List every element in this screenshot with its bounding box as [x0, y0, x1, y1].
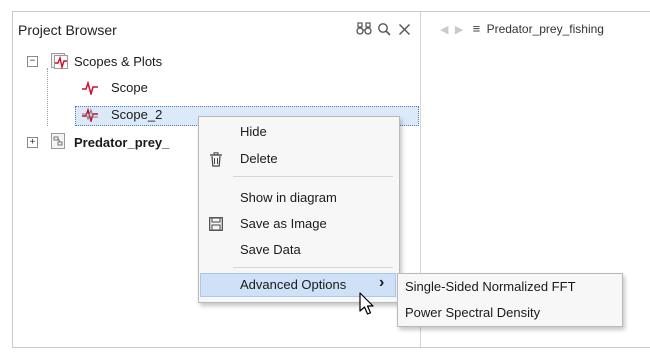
advanced-options-submenu: Single-Sided Normalized FFT Power Spectr… [397, 273, 623, 327]
menu-item-show-in-diagram[interactable]: Show in diagram [240, 189, 337, 207]
menu-item-hide[interactable]: Hide [240, 123, 267, 141]
menu-item-advanced-options[interactable]: Advanced Options [240, 276, 346, 294]
tree-item-scopes-plots[interactable]: Scopes & Plots [74, 53, 162, 71]
panel-title: Project Browser [18, 22, 117, 38]
scope-icon [82, 80, 98, 98]
menu-item-save-as-image[interactable]: Save as Image [240, 215, 327, 233]
floppy-disk-icon [209, 217, 223, 231]
model-icon [51, 133, 67, 153]
forward-arrow-icon[interactable]: ▶ [455, 24, 463, 36]
submenu-arrow-icon: › [379, 274, 385, 291]
back-arrow-icon[interactable]: ◀ [440, 24, 448, 36]
list-icon[interactable]: ≡ [473, 21, 481, 36]
scopes-folder-icon [51, 53, 69, 73]
tree-item-scope[interactable]: Scope [111, 79, 148, 97]
submenu-item-psd[interactable]: Power Spectral Density [405, 304, 540, 322]
tree-item-model[interactable]: Predator_prey_ [74, 134, 169, 152]
menu-separator [233, 176, 393, 177]
menu-separator [233, 267, 393, 268]
scope-icon [82, 107, 98, 125]
context-menu: Hide Delete Show in diagram Save as Imag… [198, 116, 400, 303]
model-tab-header: ◀ ▶ ≡ Predator_prey_fishing [440, 21, 604, 36]
binoculars-icon[interactable] [356, 22, 372, 40]
menu-item-delete[interactable]: Delete [240, 150, 278, 168]
close-icon[interactable] [398, 22, 411, 40]
expand-toggle[interactable]: + [27, 137, 38, 148]
collapse-toggle[interactable]: − [27, 56, 38, 67]
tree-item-scope-2[interactable]: Scope_2 [111, 106, 162, 124]
search-icon[interactable] [377, 22, 391, 40]
mouse-pointer-icon [359, 292, 377, 318]
tree-connector [47, 68, 48, 126]
trash-icon [209, 152, 223, 167]
menu-item-save-data[interactable]: Save Data [240, 241, 301, 259]
model-tab-title[interactable]: Predator_prey_fishing [487, 22, 604, 36]
submenu-item-fft[interactable]: Single-Sided Normalized FFT [405, 278, 576, 296]
